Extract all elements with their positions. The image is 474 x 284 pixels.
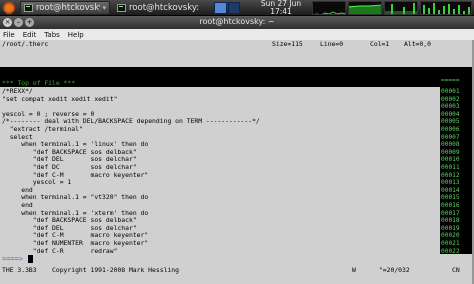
prefix-line-number[interactable]: 00016 [441,202,472,210]
file-line[interactable]: end [2,202,438,210]
prefix-line-number[interactable]: 00003 [441,103,472,111]
file-line[interactable]: "def BACKSPACE sos delback" [2,217,438,225]
cpu-graph-icon [314,11,345,14]
clock-time: 17:41 [270,7,292,16]
prefix-top-marker: ===== [441,77,460,84]
file-line[interactable]: "def C-M macro keyenter" [2,172,438,180]
prefix-line-number[interactable]: 00008 [441,141,472,149]
prefix-line-number[interactable]: 00012 [441,172,472,180]
prefix-line-number[interactable]: 00018 [441,217,472,225]
workspace-1[interactable] [214,2,227,14]
cpu-monitor-applet[interactable] [312,1,346,15]
window-titlebar[interactable]: × – + root@htckovsky: ~ [0,16,474,29]
prefix-line-number[interactable]: 00014 [441,187,472,195]
file-line[interactable]: /*REXX*/ [2,88,438,96]
load-monitor-applet[interactable] [420,1,472,15]
file-line[interactable]: "def NUMENTER macro keyenter" [2,240,438,248]
prefix-line-number[interactable]: 00010 [441,156,472,164]
status-cn: CN [452,266,460,274]
file-line[interactable]: "def C-M macro keyenter" [2,232,438,240]
command-line[interactable]: ====> [0,254,474,264]
file-line[interactable] [2,103,438,111]
line-indicator: Line=0 [320,40,344,48]
taskbar-window-1-label: root@htckovsky: ~ [36,3,101,13]
taskbar-window-2-label: root@htckovsky: ~ [129,3,201,13]
file-line[interactable]: when terminal.1 = 'xterm' then do [2,210,438,218]
file-line[interactable]: /*-------- deal with DEL/BACKSPACE depen… [2,118,438,126]
alt-indicator: Alt=0,0 [404,40,431,48]
prefix-line-number[interactable]: 00011 [441,164,472,172]
status-version: THE 3.3B3 [2,266,37,274]
menu-bar: File Edit Tabs Help [0,29,474,40]
status-copyright: Copyright 1991-2008 Mark Hessling [52,266,179,274]
top-panel: root@htckovsky: ~ ▾ root@htckovsky: ~ Su… [0,0,474,16]
file-line[interactable]: yescol = 0 ; reverse = 0 [2,111,438,119]
prefix-line-number[interactable]: 00006 [441,126,472,134]
menu-help[interactable]: Help [68,31,84,39]
prefix-line-number[interactable]: 00005 [441,118,472,126]
prefix-line-number[interactable]: 00004 [441,111,472,119]
file-line[interactable]: "set compat xedit xedit xedit" [2,96,438,104]
file-path: /root/.therc [2,40,49,48]
terminal-icon [24,4,33,12]
file-line[interactable]: yescol = 1 [2,179,438,187]
network-graph-icon [385,3,417,14]
prefix-line-number[interactable]: 00020 [441,232,472,240]
file-line[interactable]: when terminal.1 = "vt320" then do [2,194,438,202]
status-position: W "=20/032 [352,266,410,274]
prefix-line-number[interactable]: 00015 [441,194,472,202]
status-line: THE 3.3B3 Copyright 1991-2008 Mark Hessl… [0,264,474,284]
terminal-icon [117,4,126,12]
top-of-file-marker: *** Top of File *** [2,79,76,87]
file-line[interactable]: "def DEL sos delchar" [2,156,438,164]
menu-file[interactable]: File [3,31,15,39]
prefix-line-number[interactable]: 00019 [441,225,472,233]
prefix-line-number[interactable]: 00021 [441,240,472,248]
workspace-switcher[interactable] [214,2,240,14]
prefix-line-number[interactable]: 00007 [441,134,472,142]
file-line[interactable]: "def DC sos delchar" [2,164,438,172]
file-line[interactable]: "def DEL sos delchar" [2,225,438,233]
taskbar-window-1[interactable]: root@htckovsky: ~ ▾ [20,1,110,15]
command-prompt: ====> [2,255,24,263]
size-indicator: Size=115 [272,40,303,48]
file-line[interactable]: "extract /terminal" [2,126,438,134]
workspace-2[interactable] [227,2,240,14]
window-title: root@htckovsky: ~ [199,17,275,26]
text-cursor [28,255,33,263]
prefix-line-number[interactable]: 00001 [441,88,472,96]
load-graph-icon [423,3,470,14]
prefix-line-number[interactable]: 00009 [441,149,472,157]
prefix-line-number[interactable]: 00002 [441,96,472,104]
col-indicator: Col=1 [370,40,390,48]
network-monitor-applet[interactable] [384,1,418,15]
prefix-line-number[interactable]: 00013 [441,179,472,187]
reserved-bar [0,67,474,75]
prefix-line-number[interactable]: 00017 [441,210,472,218]
menu-edit[interactable]: Edit [23,31,37,39]
file-line[interactable]: select [2,134,438,142]
clock[interactable]: Sun 27 Jun 17:41 [254,0,308,16]
ubuntu-logo-icon[interactable] [3,2,15,14]
memory-graph-icon [349,4,381,14]
terminal-area[interactable]: /root/.therc Size=115 Line=0 Col=1 Alt=0… [0,40,474,284]
file-line[interactable]: "def BACKSPACE sos delback" [2,149,438,157]
taskbar-window-2[interactable]: root@htckovsky: ~ [114,1,204,15]
chevron-down-icon: ▾ [102,4,106,12]
menu-tabs[interactable]: Tabs [44,31,60,39]
file-line[interactable]: when terminal.1 = 'linux' then do [2,141,438,149]
memory-monitor-applet[interactable] [348,1,382,15]
file-line[interactable]: end [2,187,438,195]
